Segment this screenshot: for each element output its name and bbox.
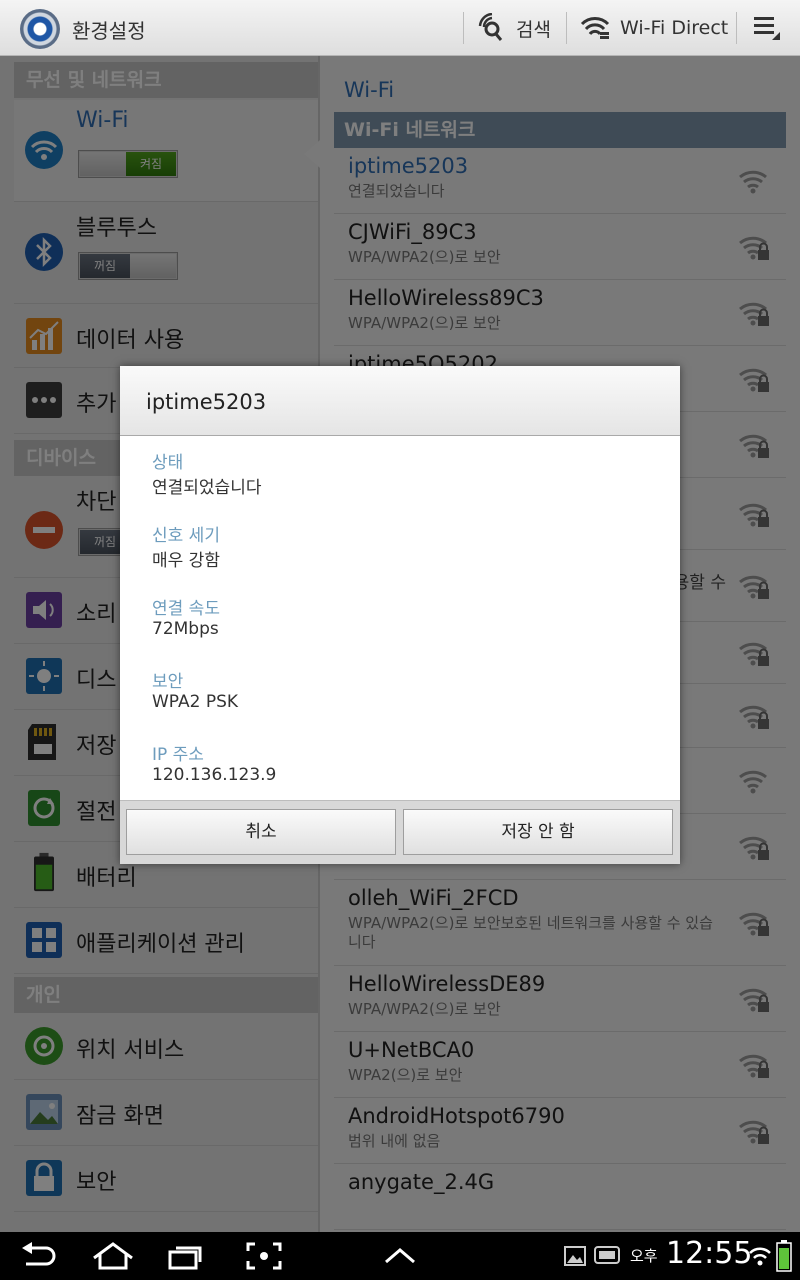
screenshot-icon[interactable] bbox=[246, 1242, 282, 1270]
ip-address-value: 120.136.123.9 bbox=[152, 765, 277, 785]
home-icon[interactable] bbox=[92, 1242, 134, 1270]
clock-ampm: 오후 bbox=[630, 1247, 658, 1265]
status-value: 연결되었습니다 bbox=[152, 478, 262, 498]
dialog-header: iptime5203 bbox=[120, 366, 680, 436]
signal-strength-label: 신호 세기 bbox=[152, 526, 220, 546]
chevron-up-icon[interactable] bbox=[384, 1246, 416, 1266]
back-icon[interactable] bbox=[20, 1242, 56, 1270]
wifi-direct-button[interactable]: Wi-Fi Direct bbox=[580, 0, 728, 56]
security-value: WPA2 PSK bbox=[152, 692, 239, 712]
divider bbox=[463, 12, 464, 44]
ip-address-label: IP 주소 bbox=[152, 745, 204, 765]
recent-apps-icon[interactable] bbox=[168, 1242, 206, 1270]
overflow-menu-button[interactable] bbox=[752, 0, 792, 56]
wifi-signal-icon bbox=[749, 1247, 771, 1266]
clock-time: 12:55 bbox=[666, 1236, 753, 1271]
link-speed-value: 72Mbps bbox=[152, 619, 219, 639]
signal-strength-value: 매우 강함 bbox=[152, 551, 220, 571]
sd-card-icon bbox=[594, 1246, 620, 1264]
search-button[interactable]: 검색 bbox=[478, 0, 551, 56]
divider bbox=[736, 12, 737, 44]
divider bbox=[566, 12, 567, 44]
status-label: 상태 bbox=[152, 453, 184, 473]
wifi-direct-label: Wi-Fi Direct bbox=[620, 17, 729, 39]
settings-gear-icon[interactable] bbox=[20, 9, 60, 49]
search-label: 검색 bbox=[516, 18, 551, 41]
action-bar: 환경설정 검색 Wi-Fi Direct bbox=[0, 0, 800, 56]
battery-status-icon bbox=[776, 1240, 792, 1272]
security-label: 보안 bbox=[152, 672, 184, 692]
app-title: 환경설정 bbox=[72, 19, 146, 43]
dialog-title: iptime5203 bbox=[146, 390, 267, 414]
network-info-dialog: iptime5203 상태 연결되었습니다 신호 세기 매우 강함 연결 속도 … bbox=[120, 366, 680, 864]
system-navigation-bar: 오후 12:55 bbox=[0, 1232, 800, 1280]
forget-network-button[interactable]: 저장 안 함 bbox=[403, 809, 673, 855]
dialog-button-bar: 취소 저장 안 함 bbox=[120, 800, 680, 864]
search-icon bbox=[478, 13, 503, 41]
cancel-button[interactable]: 취소 bbox=[126, 809, 396, 855]
wifi-direct-icon bbox=[580, 17, 610, 39]
gallery-notification-icon bbox=[564, 1246, 586, 1266]
menu-icon bbox=[754, 17, 780, 40]
link-speed-label: 연결 속도 bbox=[152, 599, 220, 619]
